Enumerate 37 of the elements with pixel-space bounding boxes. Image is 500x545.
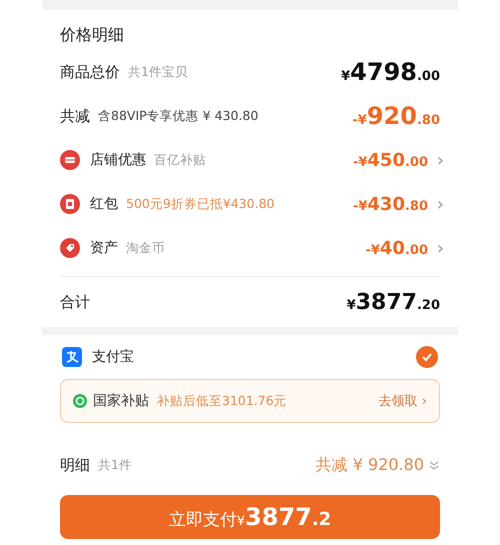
discount-label: 店铺优惠 (90, 151, 146, 169)
total-label: 合计 (60, 292, 90, 312)
claim-link[interactable]: 去领取 › (378, 392, 427, 410)
row-note: 共1件宝贝 (128, 64, 188, 80)
row-label: 商品总价 (60, 62, 120, 82)
summary-label: 明细 (60, 456, 90, 474)
store-icon (60, 150, 80, 170)
summary-note: 共1件 (98, 456, 132, 474)
chevron-icon[interactable]: › (428, 150, 444, 170)
checkmark-icon (421, 351, 433, 363)
price: -¥450.00 (352, 150, 428, 170)
payment-method: 支付宝 (92, 348, 134, 366)
summary-reduction[interactable]: 共减 ¥ 920.80 (316, 454, 424, 476)
discount-note: 500元9折券已抵¥430.80 (126, 196, 275, 212)
envelope-icon (60, 194, 80, 214)
discount-label: 资产 (90, 239, 118, 257)
price: -¥40.00 (365, 238, 428, 258)
payment-app-icon (62, 347, 82, 367)
selected-checkbox[interactable] (416, 346, 438, 368)
total-price: ¥3877.20 (346, 290, 440, 314)
row-note: 含88VIP专享优惠 ¥ 430.80 (98, 108, 258, 124)
subsidy-note: 补贴后低至3101.76元 (157, 392, 287, 410)
subsidy-title: 国家补贴 (93, 392, 149, 410)
price: ¥4798.00 (341, 58, 440, 86)
chevron-icon[interactable]: › (428, 238, 444, 258)
price: -¥920.80 (352, 102, 440, 130)
pay-button[interactable]: 立即支付¥3877.2 (60, 495, 440, 539)
chevron-icon[interactable]: › (428, 194, 444, 214)
discount-label: 红包 (90, 195, 118, 213)
price: -¥430.80 (352, 194, 428, 214)
section-title: 价格明细 (60, 24, 125, 46)
chevron-down-icon[interactable] (428, 459, 440, 471)
discount-note: 淘金币 (126, 240, 165, 256)
subsidy-icon (73, 394, 87, 408)
discount-note: 百亿补贴 (154, 152, 206, 168)
tag-icon (60, 238, 80, 258)
row-label: 共减 (60, 106, 90, 126)
